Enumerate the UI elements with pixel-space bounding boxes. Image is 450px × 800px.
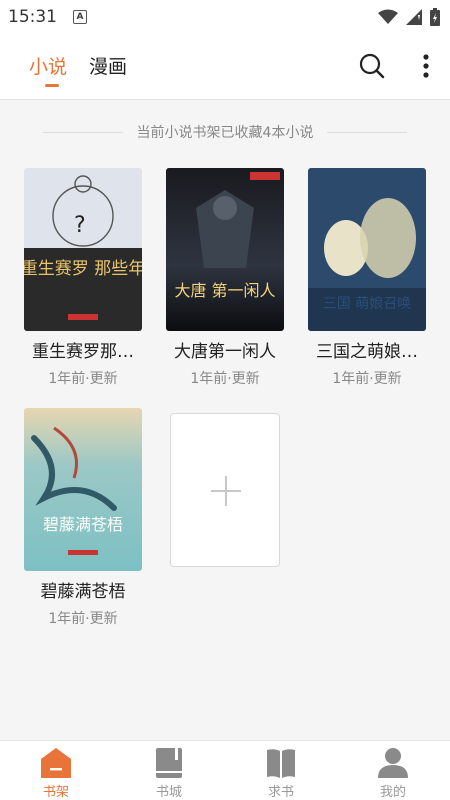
book-icon [156, 748, 182, 778]
signal-icon [406, 9, 422, 25]
divider-right [327, 131, 408, 133]
app-bar: 小说 漫画 [0, 34, 450, 100]
tab-comic[interactable]: 漫画 [89, 52, 127, 79]
book-title: 三国之萌娘… [316, 342, 418, 362]
add-book-button[interactable] [170, 413, 280, 567]
book-update-time: 1年前·更新 [332, 371, 402, 387]
cover-text: 大唐 第一闲人 [174, 281, 275, 300]
book-cover[interactable]: ? 重生赛罗 那些年 [24, 168, 142, 331]
nav-bookstore[interactable]: 书城 [134, 741, 204, 800]
book-title: 碧藤满苍梧 [40, 582, 126, 602]
svg-text:?: ? [74, 213, 86, 238]
nav-label: 书架 [42, 785, 69, 800]
book-item[interactable]: 碧藤满苍梧 碧藤满苍梧 1年前·更新 [24, 408, 142, 628]
cover-text: 三国 萌娘召唤 [323, 295, 411, 312]
book-item[interactable]: 三国 萌娘召唤 三国之萌娘… 1年前·更新 [308, 168, 426, 388]
nav-bookshelf[interactable]: 书架 [21, 741, 91, 800]
book-cover[interactable]: 碧藤满苍梧 [24, 408, 142, 571]
book-update-time: 1年前·更新 [48, 611, 118, 627]
search-icon[interactable] [358, 52, 386, 80]
book-cover[interactable]: 大唐 第一闲人 [166, 168, 284, 331]
nav-request-book[interactable]: 求书 [246, 741, 316, 800]
wifi-icon [378, 9, 398, 24]
status-bar: 15:31 A [0, 0, 450, 34]
cover-text: 碧藤满苍梧 [43, 515, 123, 534]
tab-novel[interactable]: 小说 [29, 52, 67, 79]
book-title: 重生赛罗那… [32, 342, 134, 362]
nav-profile[interactable]: 我的 [358, 741, 428, 800]
user-icon [378, 748, 408, 778]
bookshelf-icon [41, 748, 71, 778]
notification-icon: A [73, 10, 87, 24]
shelf-info: 当前小说书架已收藏4本小说 [0, 118, 450, 146]
book-update-time: 1年前·更新 [48, 371, 118, 387]
active-tab-indicator [45, 84, 59, 87]
book-update-time: 1年前·更新 [190, 371, 260, 387]
status-time: 15:31 [8, 7, 57, 27]
more-options-icon[interactable] [414, 52, 438, 80]
open-book-icon [267, 749, 295, 778]
battery-icon [430, 8, 440, 26]
book-item[interactable]: ? 重生赛罗 那些年 重生赛罗那… 1年前·更新 [24, 168, 142, 388]
divider-left [42, 131, 123, 133]
book-title: 大唐第一闲人 [174, 342, 276, 362]
bottom-nav: 书架 书城 求书 我的 [0, 740, 450, 800]
nav-label: 书城 [155, 785, 182, 800]
nav-label: 求书 [267, 785, 294, 800]
cover-text: 重生赛罗 那些年 [24, 258, 142, 279]
book-cover[interactable]: 三国 萌娘召唤 [308, 168, 426, 331]
nav-label: 我的 [379, 785, 406, 800]
book-item[interactable]: 大唐 第一闲人 大唐第一闲人 1年前·更新 [166, 168, 284, 388]
plus-icon [211, 476, 241, 506]
shelf-count-text: 当前小说书架已收藏4本小说 [136, 125, 314, 141]
